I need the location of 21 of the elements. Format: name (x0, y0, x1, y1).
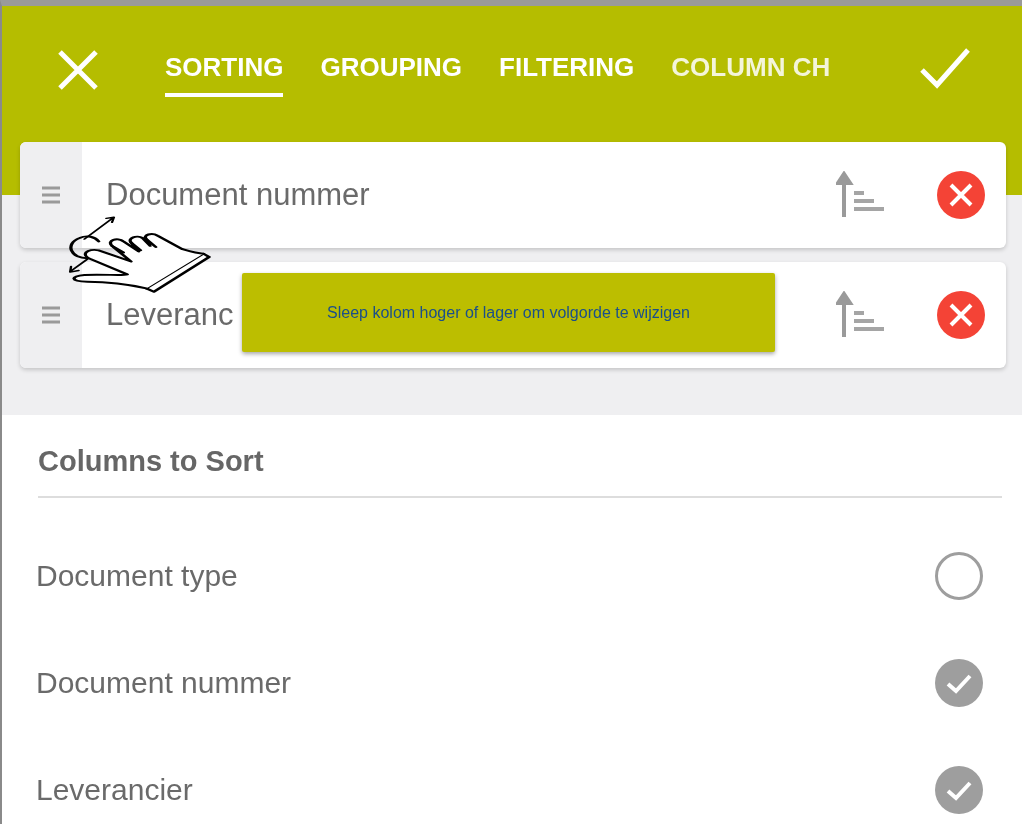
section-title: Columns to Sort (38, 445, 1002, 498)
close-icon[interactable] (57, 49, 99, 91)
remove-icon[interactable] (936, 170, 986, 220)
drag-handle[interactable] (20, 262, 82, 368)
radio-circle-icon[interactable] (934, 550, 984, 601)
sort-card[interactable]: Document nummer (20, 142, 1006, 248)
column-option[interactable]: Document nummer (36, 665, 934, 700)
tooltip: Sleep kolom hoger of lager om volgorde te wijzigen (242, 273, 775, 352)
checked-circle-icon[interactable] (934, 764, 984, 815)
sort-ascending-icon[interactable] (836, 171, 884, 219)
sort-ascending-icon[interactable] (836, 291, 884, 339)
checkmark-icon[interactable] (919, 46, 971, 90)
menu-icon[interactable] (42, 185, 60, 205)
column-option[interactable]: Leverancier (36, 772, 934, 807)
menu-icon[interactable] (42, 305, 60, 325)
column-option[interactable]: Document type (36, 558, 934, 593)
column-name: Leveranc (106, 297, 234, 333)
column-name: Document nummer (106, 177, 370, 213)
remove-icon[interactable] (936, 290, 986, 340)
checked-circle-icon[interactable] (934, 657, 984, 708)
drag-handle[interactable] (20, 142, 82, 248)
